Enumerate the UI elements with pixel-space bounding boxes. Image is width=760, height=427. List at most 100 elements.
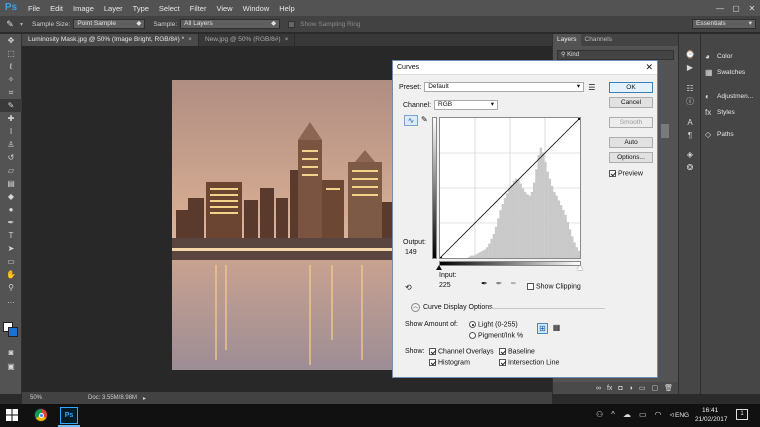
- input-value[interactable]: 225: [439, 282, 451, 289]
- pen-tool-icon[interactable]: ✒: [0, 216, 22, 229]
- sample-size-select[interactable]: Point Sample ◆: [73, 19, 146, 29]
- new-group-icon[interactable]: ▭: [639, 384, 646, 392]
- preset-select[interactable]: Default ▾: [424, 82, 585, 92]
- cancel-button[interactable]: Cancel: [609, 97, 653, 108]
- type-tool-icon[interactable]: T: [0, 229, 22, 242]
- wifi-icon[interactable]: ◠: [655, 410, 662, 419]
- preview-checkbox[interactable]: [609, 170, 616, 177]
- pigment-radio-row[interactable]: Pigment/Ink %: [469, 332, 523, 339]
- menu-edit[interactable]: Edit: [45, 4, 68, 13]
- channels-icon[interactable]: ❂: [679, 161, 701, 174]
- actions-icon[interactable]: ▶: [679, 61, 701, 74]
- show-hidden-icons-chevron-icon[interactable]: ^: [611, 410, 615, 419]
- close-tab-icon[interactable]: ×: [285, 36, 289, 43]
- brush-tool-icon[interactable]: ǀ: [0, 125, 22, 138]
- menu-layer[interactable]: Layer: [99, 4, 128, 13]
- gray-eyedropper-icon[interactable]: ✒: [496, 279, 503, 288]
- curve-point-white[interactable]: [578, 117, 581, 120]
- channel-overlays-checkbox[interactable]: [429, 348, 436, 355]
- black-point-slider[interactable]: [436, 265, 442, 270]
- document-image[interactable]: [172, 80, 394, 370]
- curve-display-options-toggle[interactable]: ︿ Curve Display Options: [411, 303, 493, 312]
- menu-type[interactable]: Type: [128, 4, 154, 13]
- marquee-tool-icon[interactable]: ⬚: [0, 47, 22, 60]
- output-value[interactable]: 149: [405, 249, 417, 256]
- black-eyedropper-icon[interactable]: ✒: [481, 279, 488, 288]
- menu-view[interactable]: View: [211, 4, 237, 13]
- lasso-tool-icon[interactable]: ℓ: [0, 60, 22, 73]
- path-select-icon[interactable]: ➤: [0, 242, 22, 255]
- curve-point-tool-icon[interactable]: ∿: [404, 115, 418, 126]
- simple-grid-icon[interactable]: ⊞: [537, 323, 548, 334]
- sample-select[interactable]: All Layers ◆: [180, 19, 281, 29]
- gradient-tool-icon[interactable]: ▤: [0, 177, 22, 190]
- windows-start-icon[interactable]: [6, 409, 18, 421]
- character-icon[interactable]: A: [679, 116, 701, 129]
- background-color-swatch[interactable]: [8, 327, 18, 337]
- ok-button[interactable]: OK: [609, 82, 653, 93]
- white-point-slider[interactable]: [577, 265, 583, 270]
- tool-preset-dropdown[interactable]: ▾: [20, 21, 23, 28]
- panel-swatches[interactable]: ▦ Swatches: [701, 64, 760, 80]
- channel-overlays-row[interactable]: Channel Overlays: [429, 348, 494, 355]
- new-layer-icon[interactable]: ▢: [651, 384, 658, 392]
- tab-luminosity-mask[interactable]: Luminosity Mask.jpg @ 50% (Image Bright,…: [22, 34, 199, 46]
- preview-checkbox-row[interactable]: Preview: [609, 170, 643, 177]
- menu-filter[interactable]: Filter: [185, 4, 212, 13]
- auto-button[interactable]: Auto: [609, 137, 653, 148]
- clock-time[interactable]: 16:41: [702, 407, 718, 414]
- curves-graph[interactable]: [439, 117, 581, 260]
- show-clipping-checkbox[interactable]: [527, 283, 534, 290]
- eyedropper-icon[interactable]: ✎: [0, 99, 22, 112]
- histogram-row[interactable]: Histogram: [429, 359, 470, 366]
- maximize-button[interactable]: ▢: [728, 4, 744, 13]
- screen-mode-icon[interactable]: ▣: [0, 360, 22, 373]
- chrome-icon[interactable]: [34, 408, 48, 422]
- volume-icon[interactable]: ◃: [669, 410, 673, 419]
- history-brush-icon[interactable]: ↺: [0, 151, 22, 164]
- edit-toolbar-icon[interactable]: …: [0, 294, 22, 307]
- curve-point-black[interactable]: [439, 257, 442, 260]
- paragraph-icon[interactable]: ¶: [679, 129, 701, 142]
- pencil-draw-icon[interactable]: ✎: [421, 115, 428, 124]
- layer-filter-kind[interactable]: ⚲ Kind: [557, 50, 674, 60]
- delete-layer-icon[interactable]: 🗑: [664, 384, 673, 392]
- pigment-radio[interactable]: [469, 332, 476, 339]
- clock-date[interactable]: 21/02/2017: [695, 416, 728, 423]
- detailed-grid-icon[interactable]: ▦: [551, 323, 562, 334]
- histogram-checkbox[interactable]: [429, 359, 436, 366]
- tab-layers[interactable]: Layers: [553, 34, 581, 46]
- collapse-chevron-icon[interactable]: ︿: [411, 303, 420, 312]
- quick-mask-icon[interactable]: ◙: [0, 346, 22, 359]
- battery-icon[interactable]: ▭: [639, 410, 647, 419]
- close-button[interactable]: ✕: [744, 4, 760, 13]
- onedrive-icon[interactable]: ☁: [623, 410, 631, 419]
- crop-tool-icon[interactable]: ⌗: [0, 86, 22, 99]
- zoom-tool-icon[interactable]: ⚲: [0, 281, 22, 294]
- tab-channels[interactable]: Channels: [581, 34, 616, 46]
- eyedropper-tool-icon[interactable]: ✎: [0, 19, 20, 30]
- hand-tool-icon[interactable]: ✋: [0, 268, 22, 281]
- people-icon[interactable]: ⚇: [596, 410, 603, 419]
- menu-window[interactable]: Window: [238, 4, 275, 13]
- intersection-line-checkbox[interactable]: [499, 359, 506, 366]
- white-eyedropper-icon[interactable]: ✒: [510, 279, 517, 288]
- target-adjustment-icon[interactable]: ⟲: [405, 283, 412, 292]
- panel-paths[interactable]: ◇ Paths: [701, 126, 760, 142]
- close-tab-icon[interactable]: ×: [188, 36, 192, 43]
- blur-tool-icon[interactable]: ◆: [0, 190, 22, 203]
- history-icon[interactable]: ⌚: [679, 48, 701, 61]
- adjustment-layer-icon[interactable]: ◑: [629, 385, 633, 392]
- status-menu-arrow-icon[interactable]: ▸: [143, 395, 146, 402]
- dialog-close-icon[interactable]: ✕: [645, 62, 653, 73]
- healing-brush-icon[interactable]: ✚: [0, 112, 22, 125]
- panel-adjustments[interactable]: ◐ Adjustmen...: [701, 88, 760, 104]
- move-tool-icon[interactable]: ✥: [0, 34, 22, 47]
- layer-style-icon[interactable]: fx: [607, 385, 612, 392]
- menu-help[interactable]: Help: [274, 4, 299, 13]
- clone-stamp-icon[interactable]: ♙: [0, 138, 22, 151]
- link-layers-icon[interactable]: ∞: [596, 385, 601, 392]
- properties-icon[interactable]: ☷: [679, 82, 701, 95]
- panel-color[interactable]: ◕ Color: [701, 48, 760, 64]
- language-indicator[interactable]: ENG: [675, 412, 689, 419]
